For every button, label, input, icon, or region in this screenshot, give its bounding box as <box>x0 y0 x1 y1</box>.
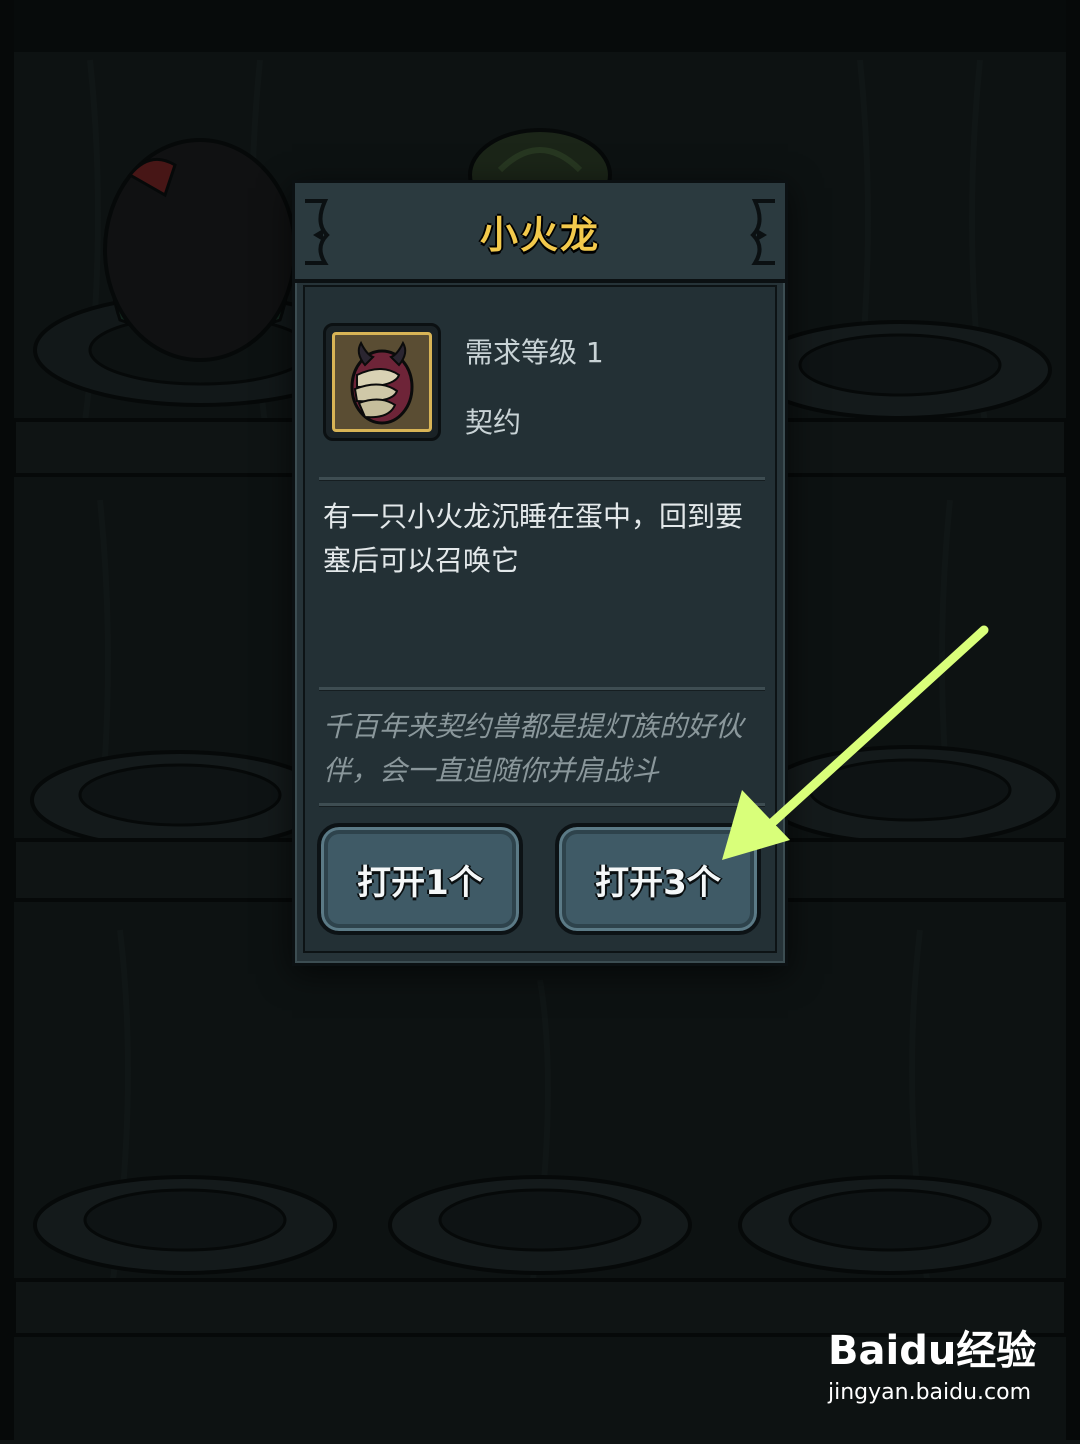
watermark-brand: Baidu经验 <box>828 1328 1037 1374</box>
watermark: Baidu经验 jingyan.baidu.com <box>828 1318 1037 1405</box>
arrow-icon <box>722 625 989 860</box>
watermark-url: jingyan.baidu.com <box>828 1380 1032 1405</box>
